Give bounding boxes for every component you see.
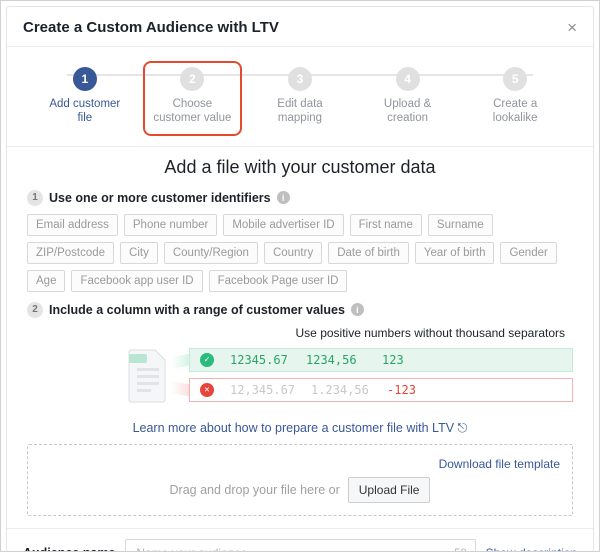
- close-icon[interactable]: ×: [567, 19, 577, 36]
- tag-county-region[interactable]: County/Region: [164, 242, 258, 264]
- tag-country[interactable]: Country: [264, 242, 322, 264]
- info-icon[interactable]: i: [277, 191, 290, 204]
- tag-gender[interactable]: Gender: [500, 242, 556, 264]
- dialog-title: Create a Custom Audience with LTV: [23, 19, 279, 36]
- page-heading: Add a file with your customer data: [27, 157, 573, 178]
- step-label: Upload & creation: [366, 97, 450, 126]
- tag-fb-app-user-id[interactable]: Facebook app user ID: [71, 270, 202, 292]
- step-label: Create a lookalike: [473, 97, 557, 126]
- tag-age[interactable]: Age: [27, 270, 65, 292]
- step-bullet: 1: [73, 67, 97, 91]
- tag-fb-page-user-id[interactable]: Facebook Page user ID: [209, 270, 348, 292]
- step-label: Edit data mapping: [258, 97, 342, 126]
- step-choose-customer-value[interactable]: 2 Choose customer value: [139, 61, 247, 136]
- dropzone-text: Drag and drop your file here or: [170, 483, 340, 497]
- show-description-link[interactable]: Show description: [486, 546, 577, 552]
- external-link-icon: ⎋: [458, 421, 468, 435]
- stepper: 1 Add customer file 2 Choose customer va…: [7, 47, 593, 140]
- learn-more-link[interactable]: Learn more about how to prepare a custom…: [133, 421, 468, 435]
- step-bullet: 5: [503, 67, 527, 91]
- tag-email[interactable]: Email address: [27, 214, 118, 236]
- audience-name-label: Audience name: [23, 546, 115, 552]
- section2-title: Include a column with a range of custome…: [49, 303, 345, 317]
- tag-mobile-advertiser-id[interactable]: Mobile advertiser ID: [223, 214, 343, 236]
- step-add-customer-file[interactable]: 1 Add customer file: [31, 61, 139, 136]
- tag-yob[interactable]: Year of birth: [415, 242, 495, 264]
- step-label: Add customer file: [43, 97, 127, 126]
- section-num-icon: 2: [27, 302, 43, 318]
- step-edit-data-mapping[interactable]: 3 Edit data mapping: [246, 61, 354, 136]
- tag-surname[interactable]: Surname: [428, 214, 493, 236]
- upload-file-button[interactable]: Upload File: [348, 477, 431, 503]
- char-counter: 50: [454, 547, 466, 552]
- check-icon: ✓: [200, 353, 214, 367]
- step-bullet: 4: [396, 67, 420, 91]
- step-label: Choose customer value: [151, 97, 235, 126]
- tag-zip[interactable]: ZIP/Postcode: [27, 242, 114, 264]
- invalid-example-row: ✕ 12,345.67 1.234,56 -123: [189, 378, 573, 402]
- tag-dob[interactable]: Date of birth: [328, 242, 409, 264]
- audience-name-input[interactable]: [134, 545, 454, 552]
- file-dropzone[interactable]: Download file template Drag and drop you…: [27, 444, 573, 516]
- step-create-lookalike[interactable]: 5 Create a lookalike: [461, 61, 569, 136]
- number-format-hint: Use positive numbers without thousand se…: [27, 326, 565, 340]
- tag-phone[interactable]: Phone number: [124, 214, 217, 236]
- section-num-icon: 1: [27, 190, 43, 206]
- step-upload-creation[interactable]: 4 Upload & creation: [354, 61, 462, 136]
- download-template-link[interactable]: Download file template: [439, 457, 560, 471]
- info-icon[interactable]: i: [351, 303, 364, 316]
- tag-first-name[interactable]: First name: [350, 214, 422, 236]
- valid-example-row: ✓ 12345.67 1234,56 123: [189, 348, 573, 372]
- identifier-tags: Email address Phone number Mobile advert…: [27, 214, 573, 292]
- tag-city[interactable]: City: [120, 242, 158, 264]
- section1-title: Use one or more customer identifiers: [49, 191, 271, 205]
- step-bullet: 2: [180, 67, 204, 91]
- x-icon: ✕: [200, 383, 214, 397]
- example-illustration: ✓ 12345.67 1234,56 123 ✕ 12,345.67 1.234…: [27, 346, 573, 404]
- csv-file-icon: [127, 346, 171, 404]
- step-bullet: 3: [288, 67, 312, 91]
